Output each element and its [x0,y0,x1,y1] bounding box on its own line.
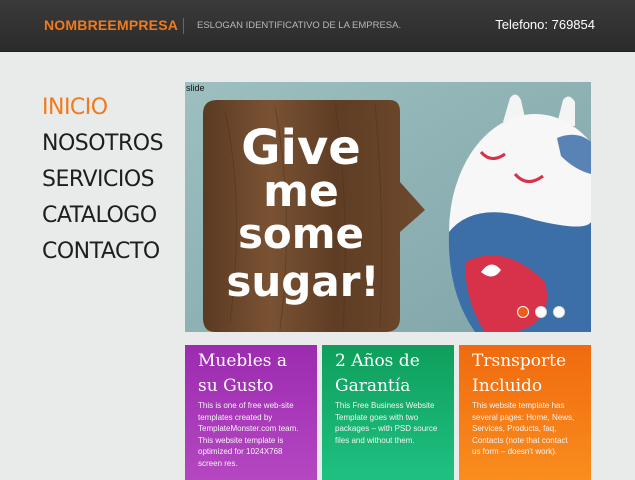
slider-dot-1[interactable] [517,306,529,318]
image-slider[interactable]: slide Give me some sugar! [185,82,591,332]
feature-box-muebles[interactable]: Muebles a su Gusto This is one of free w… [185,345,317,480]
feature-title: 2 Años de Garantía [335,349,441,399]
nav-item-contacto[interactable]: CONTACTO [42,234,163,270]
slider-dot-2[interactable] [535,306,547,318]
feature-text: This is one of free web-site templates c… [198,401,299,468]
main-nav: INICIO NOSOTROS SERVICIOS CATALOGO CONTA… [42,90,164,270]
svg-text:some: some [238,209,364,258]
brand-logo[interactable]: NOMBREEMPRESA [44,17,178,33]
feature-title-line2: Garantía [335,376,411,396]
svg-text:sugar!: sugar! [226,257,379,306]
feature-title: Muebles a su Gusto [198,349,304,399]
nav-item-nosotros[interactable]: NOSOTROS [42,126,164,162]
slider-dot-3[interactable] [553,306,565,318]
feature-title-line2: su Gusto [198,376,274,396]
nav-item-catalogo[interactable]: CATALOGO [42,198,163,234]
feature-box-transporte[interactable]: Trsnsporte Incluido This website templat… [459,345,591,480]
feature-title-line1: Muebles a [198,351,288,371]
slide-alt-text: slide [186,83,205,93]
nav-item-inicio[interactable]: INICIO [42,90,163,126]
feature-text: This Free Business Website Template goes… [335,401,438,445]
slide-sign-text: Give me some sugar! [226,120,379,306]
slide-image: Give me some sugar! [185,82,591,332]
phone-number: Telefono: 769854 [495,17,595,32]
feature-text: This website template has several pages:… [472,401,575,456]
site-header: NOMBREEMPRESA ESLOGAN IDENTIFICATIVO DE … [0,0,635,52]
header-divider [183,18,184,34]
feature-title-line1: Trsnsporte [472,351,566,371]
feature-title: Trsnsporte Incluido [472,349,578,399]
feature-title-line1: 2 Años de [335,351,420,371]
nav-item-servicios[interactable]: SERVICIOS [42,162,163,198]
slider-pagination [517,306,565,318]
slogan: ESLOGAN IDENTIFICATIVO DE LA EMPRESA. [197,20,402,31]
feature-title-line2: Incluido [472,376,543,396]
feature-box-garantia[interactable]: 2 Años de Garantía This Free Business We… [322,345,454,480]
